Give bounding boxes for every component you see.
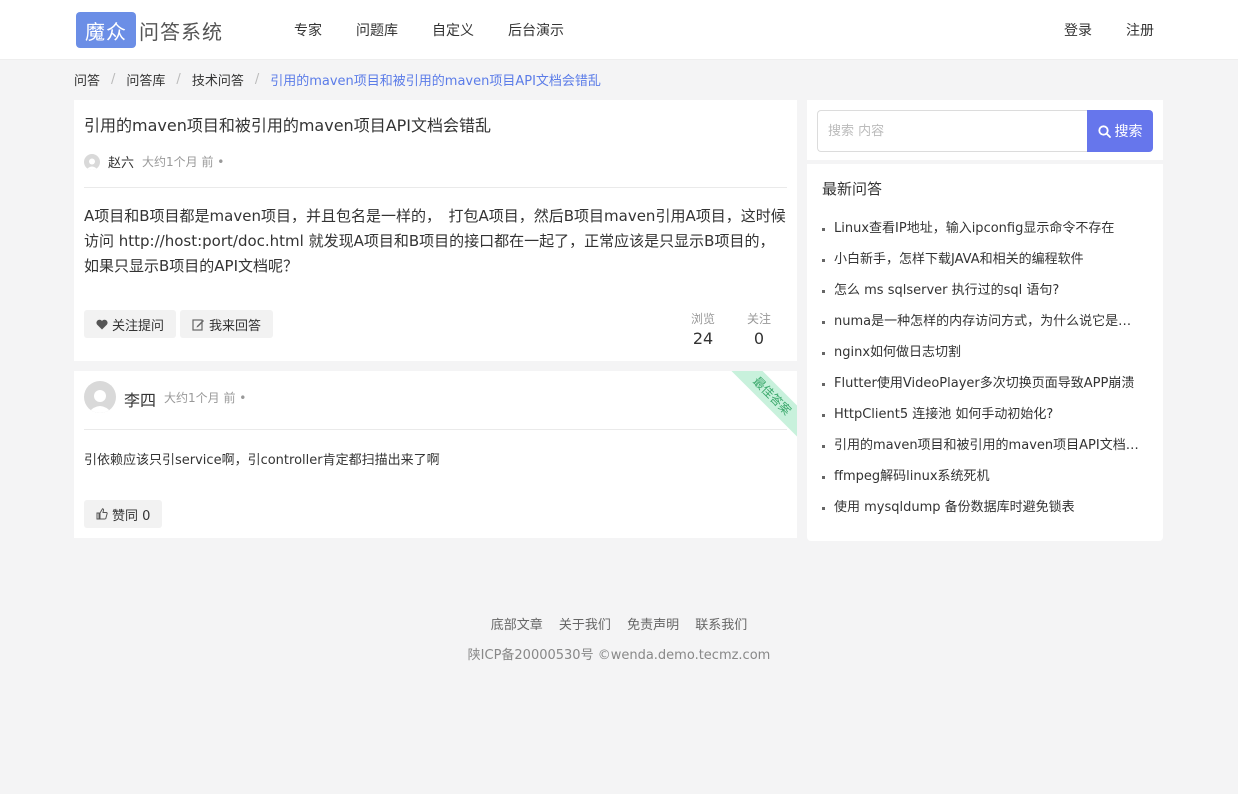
avatar[interactable] (84, 381, 116, 413)
answer-question-button[interactable]: 我来回答 (180, 310, 274, 338)
divider (84, 429, 787, 430)
login-link[interactable]: 登录 (1064, 20, 1092, 40)
list-item[interactable]: 怎么 ms sqlserver 执行过的sql 语句? (822, 279, 1142, 310)
thumbs-up-icon (96, 508, 108, 520)
question-time: 大约1个月 前 • (142, 155, 225, 169)
footer-link-disclaimer[interactable]: 免责声明 (627, 618, 679, 633)
question-author[interactable]: 赵六 (108, 152, 134, 171)
list-item[interactable]: HttpClient5 连接池 如何手动初始化? (822, 403, 1142, 434)
question-meta: 赵六 大约1个月 前 • (84, 152, 224, 171)
views-stat: 浏览 24 (686, 310, 720, 348)
list-item[interactable]: 引用的maven项目和被引用的maven项目API文档会错乱 (822, 434, 1142, 465)
breadcrumb-separator: / (254, 72, 260, 87)
search-card: 搜索 (807, 100, 1163, 160)
logo[interactable]: 魔众 问答系统 (76, 12, 223, 48)
answer-question-label: 我来回答 (209, 318, 262, 334)
answer-card: 最佳答案 李四 大约1个月 前 • 引依赖应该只引service啊，引contr… (74, 371, 797, 538)
follows-label: 关注 (746, 312, 771, 326)
list-item[interactable]: 小白新手，怎样下载JAVA和相关的编程软件 (822, 248, 1142, 279)
answer-time: 大约1个月 前 • (164, 391, 247, 405)
list-item[interactable]: nginx如何做日志切割 (822, 341, 1142, 372)
breadcrumb-separator: / (176, 72, 181, 87)
breadcrumb-item-tech[interactable]: 技术问答 (192, 70, 244, 89)
logo-text: 问答系统 (139, 19, 223, 44)
footer-link-about[interactable]: 关于我们 (559, 618, 611, 633)
answer-body: 引依赖应该只引service啊，引controller肯定都扫描出来了啊 (84, 453, 440, 468)
breadcrumb-item-current: 引用的maven项目和被引用的maven项目API文档会错乱 (270, 74, 601, 89)
list-item[interactable]: Linux查看IP地址，输入ipconfig显示命令不存在 (822, 217, 1142, 248)
views-count: 24 (692, 329, 714, 348)
main-nav: 专家 问题库 自定义 后台演示 (294, 0, 598, 60)
edit-icon (192, 318, 205, 331)
like-button[interactable]: 赞同 0 (84, 500, 163, 528)
register-link[interactable]: 注册 (1126, 20, 1154, 40)
follow-question-label: 关注提问 (112, 318, 165, 334)
logo-box: 魔众 (76, 12, 136, 48)
follows-stat: 关注 0 (742, 310, 776, 348)
latest-questions-list: Linux查看IP地址，输入ipconfig显示命令不存在 小白新手，怎样下载J… (822, 217, 1142, 527)
avatar[interactable] (84, 153, 100, 170)
auth-links: 登录 注册 (1030, 0, 1154, 60)
nav-item-custom[interactable]: 自定义 (432, 20, 474, 40)
list-item[interactable]: 使用 mysqldump 备份数据库时避免锁表 (822, 496, 1142, 527)
question-title: 引用的maven项目和被引用的maven项目API文档会错乱 (84, 116, 492, 135)
footer-links: 底部文章 关于我们 免责声明 联系我们 (0, 614, 1238, 633)
search-button-label: 搜索 (1114, 124, 1143, 140)
latest-questions-title: 最新问答 (822, 180, 883, 198)
question-card: 引用的maven项目和被引用的maven项目API文档会错乱 赵六 大约1个月 … (74, 100, 797, 361)
divider (84, 187, 787, 188)
follows-count: 0 (753, 329, 765, 348)
answer-author[interactable]: 李四 (124, 387, 156, 411)
search-icon (1097, 124, 1111, 138)
breadcrumb-item-qa[interactable]: 问答 (74, 70, 100, 89)
user-icon (86, 158, 98, 170)
nav-item-experts[interactable]: 专家 (294, 20, 322, 40)
breadcrumb: 问答 / 问答库 / 技术问答 / 引用的maven项目和被引用的maven项目… (74, 70, 601, 89)
footer-link-contact[interactable]: 联系我们 (695, 618, 747, 633)
list-item[interactable]: Flutter使用VideoPlayer多次切换页面导致APP崩溃 (822, 372, 1142, 403)
like-label: 赞同 0 (112, 508, 151, 524)
list-item[interactable]: numa是一种怎样的内存访问方式，为什么说它是为多核处理器设计的 (822, 310, 1142, 341)
top-header: 魔众 问答系统 专家 问题库 自定义 后台演示 登录 注册 (0, 0, 1238, 60)
breadcrumb-item-library[interactable]: 问答库 (126, 70, 165, 89)
best-answer-ribbon: 最佳答案 (725, 371, 797, 443)
views-label: 浏览 (690, 312, 715, 326)
user-icon (88, 390, 112, 413)
heart-icon (96, 319, 108, 330)
search-input[interactable] (817, 110, 1087, 152)
search-button[interactable]: 搜索 (1087, 110, 1153, 152)
question-body: A项目和B项目都是maven项目，并且包名是一样的， 打包A项目，然后B项目ma… (84, 207, 786, 275)
footer-link-articles[interactable]: 底部文章 (491, 618, 543, 633)
latest-questions-card: 最新问答 Linux查看IP地址，输入ipconfig显示命令不存在 小白新手，… (807, 164, 1163, 541)
breadcrumb-separator: / (111, 72, 116, 87)
footer-icp[interactable]: 陕ICP备20000530号 ©wenda.demo.tecmz.com (0, 644, 1238, 663)
list-item[interactable]: ffmpeg解码linux系统死机 (822, 465, 1142, 496)
nav-item-question-library[interactable]: 问题库 (356, 20, 398, 40)
follow-question-button[interactable]: 关注提问 (84, 310, 177, 338)
nav-item-admin-demo[interactable]: 后台演示 (508, 20, 564, 40)
